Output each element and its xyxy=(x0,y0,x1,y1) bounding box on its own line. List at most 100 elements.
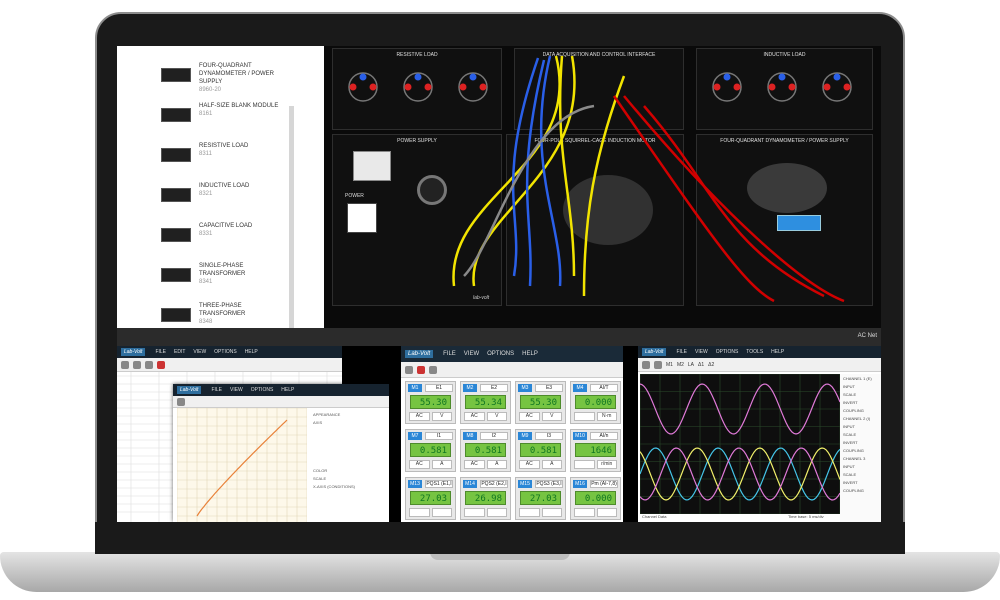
menu-help[interactable]: HELP xyxy=(522,351,538,357)
cursor-m1[interactable]: M1 xyxy=(666,362,673,368)
meter-unit[interactable] xyxy=(596,508,617,517)
meter-tile[interactable]: M4 AI/T 0.000 N·m xyxy=(570,381,621,424)
meter-label[interactable]: E3 xyxy=(535,384,563,392)
meter-unit[interactable] xyxy=(431,508,452,517)
meter-tag[interactable]: M13 xyxy=(408,480,422,488)
meter-tile[interactable]: M16 Pm (AI-7,8) 0.000 xyxy=(570,477,621,520)
catalog-item[interactable]: FOUR-QUADRANT DYNAMOMETER / POWER SUPPLY… xyxy=(117,58,324,98)
meter-label[interactable]: PQS3 (E3,I xyxy=(535,480,563,488)
scope-setting[interactable]: SCALE xyxy=(843,432,878,440)
meter-tag[interactable]: M8 xyxy=(463,432,477,440)
meter-tile[interactable]: M9 I3 0.581 AC A xyxy=(515,429,566,472)
meter-tile[interactable]: M7 I1 0.581 AC A xyxy=(405,429,456,472)
meter-label[interactable]: E2 xyxy=(480,384,508,392)
meter-unit[interactable]: A xyxy=(486,460,507,469)
meter-tag[interactable]: M16 xyxy=(573,480,587,488)
meter-mode[interactable] xyxy=(574,460,595,469)
meter-mode[interactable] xyxy=(574,412,595,421)
save-icon[interactable] xyxy=(133,360,141,369)
scope-setting[interactable]: SCALE xyxy=(843,472,878,480)
meter-label[interactable]: I3 xyxy=(535,432,563,440)
menu-file[interactable]: FILE xyxy=(443,351,456,357)
menu-options[interactable]: OPTIONS xyxy=(214,349,237,355)
menu-file[interactable]: FILE xyxy=(211,387,222,393)
meter-tag[interactable]: M7 xyxy=(408,432,422,440)
meter-tile[interactable]: M13 PQS1 (E1,I 27.03 xyxy=(405,477,456,520)
meter-label[interactable]: PQS2 (E2,I xyxy=(480,480,508,488)
menu-help[interactable]: HELP xyxy=(245,349,258,355)
menu-help[interactable]: HELP xyxy=(281,387,294,393)
print-icon[interactable] xyxy=(642,360,650,369)
menu-help[interactable]: HELP xyxy=(771,349,784,355)
meter-tile[interactable]: M1 E1 55.30 AC V xyxy=(405,381,456,424)
menu-edit[interactable]: EDIT xyxy=(174,349,185,355)
meter-tile[interactable]: M10 AI/n 1646 r/min xyxy=(570,429,621,472)
menu-view[interactable]: VIEW xyxy=(193,349,206,355)
print-icon[interactable] xyxy=(145,360,153,369)
meter-unit[interactable]: V xyxy=(431,412,452,421)
scope-setting[interactable]: COUPLING xyxy=(843,408,878,416)
print-icon[interactable] xyxy=(177,397,185,406)
meter-mode[interactable]: AC xyxy=(409,460,430,469)
menu-options[interactable]: OPTIONS xyxy=(251,387,274,393)
meter-mode[interactable]: AC xyxy=(409,412,430,421)
meter-label[interactable]: AI/n xyxy=(590,432,618,440)
meter-tag[interactable]: M10 xyxy=(573,432,587,440)
meter-tile[interactable]: M15 PQS3 (E3,I 27.03 xyxy=(515,477,566,520)
stop-icon[interactable] xyxy=(157,360,165,369)
menu-view[interactable]: VIEW xyxy=(230,387,243,393)
meter-tile[interactable]: M14 PQS2 (E2,I 26.98 xyxy=(460,477,511,520)
menu-options[interactable]: OPTIONS xyxy=(487,351,514,357)
meter-label[interactable]: Pm (AI-7,8) xyxy=(590,480,618,488)
menu-view[interactable]: VIEW xyxy=(695,349,708,355)
catalog-scrollbar[interactable] xyxy=(289,106,294,328)
meter-unit[interactable]: V xyxy=(541,412,562,421)
cursor-delta2[interactable]: Δ2 xyxy=(708,362,714,368)
scope-setting[interactable]: CHANNEL 1 (E) xyxy=(843,376,878,384)
meter-mode[interactable] xyxy=(574,508,595,517)
meter-unit[interactable] xyxy=(486,508,507,517)
scope-setting[interactable]: INVERT xyxy=(843,400,878,408)
print-icon[interactable] xyxy=(405,365,413,374)
meter-unit[interactable] xyxy=(541,508,562,517)
meter-tag[interactable]: M2 xyxy=(463,384,477,392)
meter-unit[interactable]: V xyxy=(486,412,507,421)
meter-label[interactable]: I2 xyxy=(480,432,508,440)
menu-view[interactable]: VIEW xyxy=(464,351,479,357)
meter-mode[interactable] xyxy=(519,508,540,517)
option-x-axis[interactable]: X-AXIS (CONDITIONS) xyxy=(313,484,381,492)
menu-file[interactable]: FILE xyxy=(155,349,166,355)
scope-setting[interactable]: INPUT xyxy=(843,424,878,432)
scope-setting[interactable]: SCALE xyxy=(843,392,878,400)
meter-tile[interactable]: M2 E2 55.34 AC V xyxy=(460,381,511,424)
option-axis[interactable]: AXIS xyxy=(313,420,381,428)
scope-setting[interactable]: INVERT xyxy=(843,440,878,448)
cursor-delta1[interactable]: Δ1 xyxy=(698,362,704,368)
meter-mode[interactable]: AC xyxy=(464,460,485,469)
meter-label[interactable]: I1 xyxy=(425,432,453,440)
meter-mode[interactable]: AC xyxy=(464,412,485,421)
meter-label[interactable]: PQS1 (E1,I xyxy=(425,480,453,488)
cursor-la[interactable]: LA xyxy=(688,362,694,368)
meter-unit[interactable]: N·m xyxy=(596,412,617,421)
scope-setting[interactable]: COUPLING xyxy=(843,488,878,496)
option-color[interactable]: COLOR xyxy=(313,468,381,476)
scope-setting[interactable]: CHANNEL 3 xyxy=(843,456,878,464)
meter-mode[interactable] xyxy=(409,508,430,517)
cursor-m2[interactable]: M2 xyxy=(677,362,684,368)
option-appearance[interactable]: APPEARANCE xyxy=(313,412,381,420)
meter-unit[interactable]: r/min xyxy=(596,460,617,469)
meter-tag[interactable]: M4 xyxy=(573,384,587,392)
menu-tools[interactable]: TOOLS xyxy=(746,349,763,355)
meter-tile[interactable]: M3 E3 55.30 AC V xyxy=(515,381,566,424)
meter-mode[interactable]: AC xyxy=(519,412,540,421)
scope-setting[interactable]: CHANNEL 2 (I) xyxy=(843,416,878,424)
meter-mode[interactable] xyxy=(464,508,485,517)
meter-tag[interactable]: M1 xyxy=(408,384,422,392)
menu-options[interactable]: OPTIONS xyxy=(716,349,739,355)
meter-tag[interactable]: M9 xyxy=(518,432,532,440)
meter-unit[interactable]: A xyxy=(431,460,452,469)
settings-icon[interactable] xyxy=(654,360,662,369)
scope-setting[interactable]: INPUT xyxy=(843,384,878,392)
settings-icon[interactable] xyxy=(429,365,437,374)
